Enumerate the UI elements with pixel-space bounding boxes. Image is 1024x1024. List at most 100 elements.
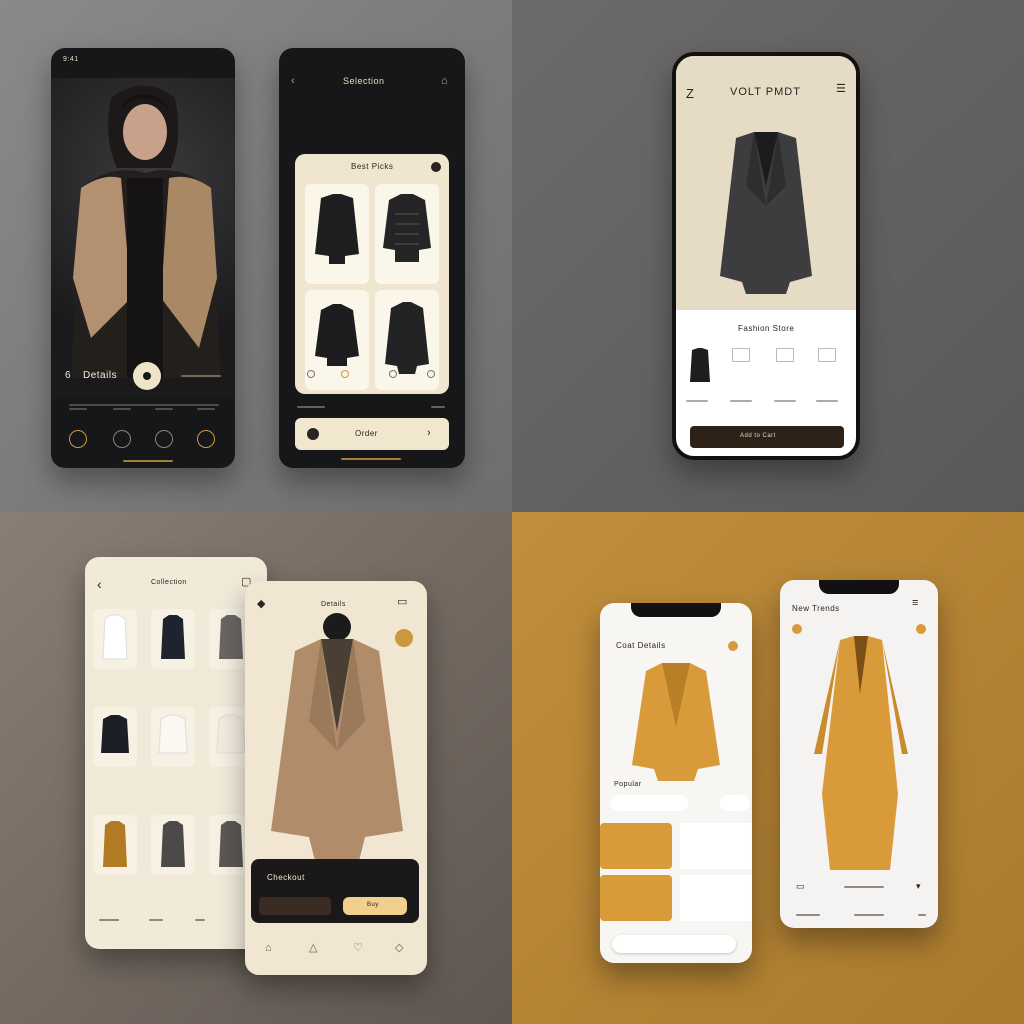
category-card[interactable] [600, 875, 672, 921]
buy-button[interactable]: Buy [343, 897, 407, 915]
trends-title: New Trends [792, 604, 840, 613]
product-thumb[interactable] [93, 707, 137, 767]
menu-icon[interactable]: ☰ [836, 84, 846, 95]
bag-icon[interactable]: ◇ [395, 943, 403, 954]
caption-1 [69, 408, 87, 410]
product-thumb[interactable] [93, 609, 137, 669]
heart-icon[interactable]: ♡ [353, 943, 363, 954]
collection-title: Collection [151, 579, 187, 586]
product-thumb[interactable] [151, 609, 195, 669]
secondary-button[interactable] [259, 897, 331, 915]
back-icon[interactable]: ‹ [97, 577, 102, 591]
product-tile[interactable] [305, 184, 369, 284]
variant-thumb[interactable] [686, 346, 714, 386]
nav-dot[interactable] [307, 370, 315, 378]
arrow-down-icon[interactable]: ▾ [916, 882, 921, 891]
variant-thumb[interactable] [732, 348, 750, 362]
profile-label: Details [83, 370, 118, 381]
home-icon[interactable] [69, 430, 87, 448]
phone-selection: ‹ Selection ⌂ Best Picks Order › [279, 48, 465, 468]
favorite-icon[interactable] [916, 624, 926, 634]
phone-product: Z VOLT PMDT ☰ Fashion Store Add to Cart [672, 52, 860, 460]
grey-top-icon [161, 821, 185, 867]
quadrant-orange-screens: Coat Details Popular New Trends ≡ ▭ ▾ [512, 512, 1024, 1024]
camel-coat-image [271, 613, 403, 861]
diamond-icon[interactable]: ◆ [257, 599, 265, 610]
brand-name: VOLT PMDT [730, 86, 801, 98]
coat-title: Coat Details [616, 641, 666, 650]
bag-icon[interactable]: ▭ [796, 882, 805, 891]
menu-icon[interactable]: ≡ [912, 598, 918, 609]
home-icon[interactable]: ⌂ [265, 943, 272, 954]
home-indicator [123, 460, 173, 462]
hanger-icon[interactable]: △ [309, 943, 317, 954]
orange-long-coat-image [814, 636, 908, 870]
caption [686, 400, 708, 402]
product-thumb[interactable] [151, 707, 195, 767]
caption-4 [197, 408, 215, 410]
search-icon[interactable] [113, 430, 131, 448]
nav-label [854, 914, 884, 916]
favorite-icon[interactable] [728, 641, 738, 651]
arrow-right-icon: › [427, 427, 431, 439]
product-panel: Best Picks [295, 154, 449, 394]
label-line [297, 406, 325, 408]
navy-jacket-icon [161, 615, 185, 659]
brand-logo: Z [686, 86, 695, 101]
meta-line [181, 375, 221, 377]
cta-label: Add to Cart [740, 433, 776, 439]
filter-chip[interactable] [610, 795, 688, 811]
phone-lookbook: 9:41 ▢ ◎ 6 Details [51, 48, 235, 468]
nav-label [195, 919, 205, 921]
category-card[interactable] [600, 823, 672, 869]
variant-thumb[interactable] [776, 348, 794, 362]
filter-icon[interactable] [431, 162, 441, 172]
detail-title: Details [321, 601, 346, 608]
quadrant-dark-screens: 9:41 ▢ ◎ 6 Details [0, 0, 512, 512]
status-time: 9:41 [63, 56, 79, 63]
nav-label [918, 914, 926, 916]
menu-icon[interactable]: ▭ [397, 597, 407, 608]
caption [730, 400, 752, 402]
nav-dot[interactable] [427, 370, 435, 378]
blazer-image [720, 132, 812, 294]
vest-icon [690, 348, 710, 382]
price-line [844, 886, 884, 888]
phone-coat-detail: ◆ Details ▭ Checkout Buy ⌂ △ ♡ ◇ [245, 581, 427, 975]
checkout-label: Order [355, 429, 378, 438]
section-title: Fashion Store [738, 324, 795, 333]
add-to-cart-button[interactable]: Add to Cart [690, 426, 844, 448]
buy-label: Buy [367, 902, 379, 908]
screen-title: Selection [343, 76, 385, 86]
home-indicator [341, 458, 401, 460]
nav-dot[interactable] [389, 370, 397, 378]
cream-shirt-icon [158, 714, 188, 754]
info-card [680, 823, 752, 869]
product-thumb[interactable] [93, 815, 137, 875]
back-icon[interactable]: ‹ [291, 76, 295, 87]
model-illustration [71, 85, 221, 378]
product-thumb[interactable] [151, 815, 195, 875]
popular-label: Popular [614, 781, 642, 788]
sweater-icon [383, 194, 431, 262]
profile-index: 6 [65, 370, 72, 381]
nav-dot[interactable] [341, 370, 349, 378]
camera-notch [631, 603, 721, 617]
variant-thumb[interactable] [818, 348, 836, 362]
product-tile[interactable] [375, 184, 439, 284]
cart-icon[interactable]: ⌂ [441, 76, 448, 87]
caption-3 [155, 408, 173, 410]
purchase-card: Checkout Buy [251, 859, 419, 923]
nav-label [99, 919, 119, 921]
mustard-top-icon [103, 821, 127, 867]
tag-icon[interactable] [792, 624, 802, 634]
quadrant-cream-screens: ‹ Collection ▢ ◆ Details ▭ Checkout Buy … [0, 512, 512, 1024]
checkout-bar[interactable]: Order › [295, 418, 449, 450]
phone-collection: ‹ Collection ▢ [85, 557, 267, 949]
filter-chip[interactable] [720, 795, 750, 811]
bottom-tab-bar[interactable] [612, 935, 736, 953]
camera-notch [819, 580, 899, 594]
black-shirt-icon [101, 715, 129, 753]
profile-icon[interactable] [197, 430, 215, 448]
heart-icon[interactable] [155, 430, 173, 448]
